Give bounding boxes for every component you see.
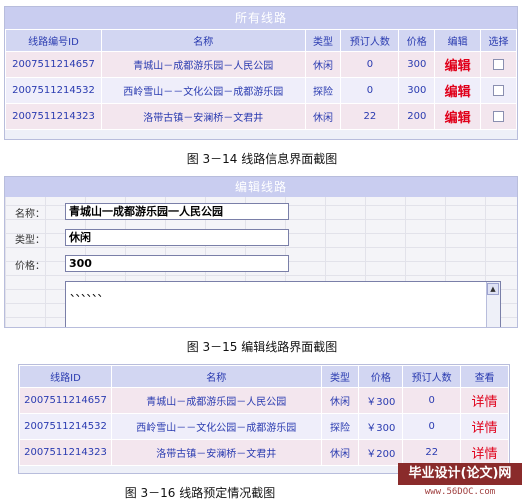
route-count: 0 [340,77,400,104]
watermark-url: www.56DOC.com [398,485,522,499]
select-cell [480,51,517,78]
col-route-id: 线路ID [19,365,112,388]
edit-link-cell: 编辑 [434,103,482,130]
route-type: 探险 [320,413,360,440]
select-checkbox[interactable] [493,58,505,70]
routes-table: 线路编号ID 名称 类型 预订人数 价格 编辑 选择 2007511214657… [5,29,517,130]
route-price: 200 [398,103,436,130]
select-cell [480,103,517,130]
col-edit: 编辑 [434,29,482,52]
select-checkbox[interactable] [493,110,505,122]
route-price: ￥200 [358,439,404,466]
type-field[interactable]: 休闲 [65,229,289,246]
route-type: 休闲 [320,439,360,466]
route-name: 洛带古镇－安澜桥－文君井 [110,439,322,466]
figure-caption-3-14: 图 3－14 线路信息界面截图 [186,152,338,166]
route-count: 0 [402,413,462,440]
site-watermark-logo: 毕业设计(论文)网 www.56DOC.com [398,463,522,499]
route-type: 休闲 [304,103,342,130]
table-row: 2007511214532 西岭雪山－－文化公园－成都游乐园 探险 ￥300 0… [19,413,509,440]
edit-route-title: 编辑线路 [5,177,517,197]
route-name: 洛带古镇－安澜桥－文君井 [100,103,306,130]
col-route-id: 线路编号ID [5,29,102,52]
booking-table-header: 线路ID 名称 类型 价格 预订人数 查看 [19,365,509,388]
col-name: 名称 [110,365,322,388]
name-field[interactable]: 青城山一成都游乐园一人民公园 [65,203,289,220]
col-type: 类型 [304,29,342,52]
route-type: 休闲 [304,51,342,78]
route-price: ￥300 [358,413,404,440]
select-cell [480,77,517,104]
type-label: 类型： [15,235,45,246]
price-field[interactable]: 300 [65,255,289,272]
route-price: 300 [398,51,436,78]
route-count: 0 [402,387,462,414]
route-type: 探险 [304,77,342,104]
detail-link[interactable]: 详情 [472,421,498,436]
table-row: 2007511214323 洛带古镇－安澜桥－文君井 休闲 22 200 编辑 [5,103,517,130]
route-id: 2007511214532 [5,77,102,104]
textarea-scrollbar[interactable]: ▲ [486,282,500,327]
edit-link[interactable]: 编辑 [445,111,471,126]
routes-table-header: 线路编号ID 名称 类型 预订人数 价格 编辑 选择 [5,29,517,52]
detail-link-cell: 详情 [460,387,509,414]
figure-caption-3-16: 图 3－16 线路预定情况截图 [124,486,276,500]
route-count: 0 [340,51,400,78]
description-text: 、、、、、、 [70,286,109,299]
routes-panel-title: 所有线路 [5,7,517,29]
route-price: 300 [398,77,436,104]
edit-link[interactable]: 编辑 [445,59,471,74]
col-select: 选择 [480,29,517,52]
col-count: 预订人数 [340,29,400,52]
route-id: 2007511214532 [19,413,112,440]
route-name: 西岭雪山－－文化公园－成都游乐园 [100,77,306,104]
routes-panel: 所有线路 线路编号ID 名称 类型 预订人数 价格 编辑 选择 20075112… [4,6,518,140]
col-view: 查看 [460,365,509,388]
route-name: 西岭雪山－－文化公园－成都游乐园 [110,413,322,440]
watermark-title: 毕业设计(论文)网 [398,463,522,485]
route-name: 青城山－成都游乐园－人民公园 [100,51,306,78]
booking-table: 线路ID 名称 类型 价格 预订人数 查看 2007511214657 青城山－… [19,365,509,466]
name-label: 名称： [15,209,45,220]
edit-link-cell: 编辑 [434,51,482,78]
booking-panel: 线路ID 名称 类型 价格 预订人数 查看 2007511214657 青城山－… [18,364,510,474]
table-row: 2007511214323 洛带古镇－安澜桥－文君井 休闲 ￥200 22 详情 [19,439,509,466]
route-count: 22 [402,439,462,466]
edit-route-panel: 编辑线路 名称： 青城山一成都游乐园一人民公园 类型： 休闲 价格： 300 、… [4,176,518,328]
figure-caption-3-15: 图 3－15 编辑线路界面截图 [186,340,338,354]
price-label: 价格： [15,261,45,272]
scroll-up-arrow-icon[interactable]: ▲ [487,283,499,295]
col-type: 类型 [320,365,360,388]
route-id: 2007511214657 [5,51,102,78]
route-count: 22 [340,103,400,130]
route-id: 2007511214323 [5,103,102,130]
col-price: 价格 [358,365,404,388]
detail-link-cell: 详情 [460,439,509,466]
detail-link[interactable]: 详情 [472,447,498,462]
col-count: 预订人数 [402,365,462,388]
edit-link-cell: 编辑 [434,77,482,104]
route-id: 2007511214657 [19,387,112,414]
description-textarea[interactable]: 、、、、、、 ▲ [65,281,501,327]
route-price: ￥300 [358,387,404,414]
col-price: 价格 [398,29,436,52]
edit-link[interactable]: 编辑 [445,85,471,100]
route-id: 2007511214323 [19,439,112,466]
table-row: 2007511214657 青城山－成都游乐园－人民公园 休闲 ￥300 0 详… [19,387,509,414]
col-name: 名称 [100,29,306,52]
detail-link[interactable]: 详情 [472,395,498,410]
select-checkbox[interactable] [493,84,505,96]
table-row: 2007511214532 西岭雪山－－文化公园－成都游乐园 探险 0 300 … [5,77,517,104]
detail-link-cell: 详情 [460,413,509,440]
route-type: 休闲 [320,387,360,414]
route-name: 青城山－成都游乐园－人民公园 [110,387,322,414]
table-row: 2007511214657 青城山－成都游乐园－人民公园 休闲 0 300 编辑 [5,51,517,78]
